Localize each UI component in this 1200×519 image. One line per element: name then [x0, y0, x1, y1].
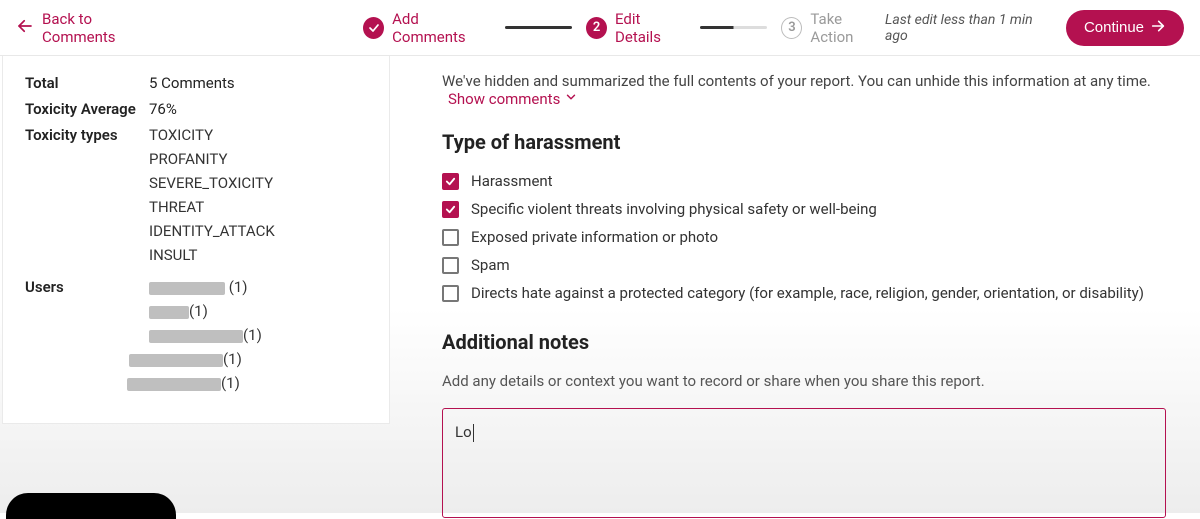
step-label: Add Comments — [392, 10, 491, 46]
step-label: Edit Details — [615, 10, 686, 46]
checkbox-icon[interactable] — [442, 229, 459, 246]
arrow-right-icon — [1150, 18, 1166, 38]
checkbox-label: Directs hate against a protected categor… — [471, 284, 1144, 302]
text-caret-icon — [473, 424, 474, 442]
arrow-left-icon — [16, 17, 34, 39]
checkbox-row[interactable]: Directs hate against a protected categor… — [442, 284, 1166, 302]
toxicity-type-item: IDENTITY_ATTACK — [149, 222, 367, 240]
toxicity-type-item: THREAT — [149, 198, 367, 216]
top-bar: Back to Comments Add Comments 2 Edit Det… — [0, 0, 1200, 56]
toxicity-type-item: INSULT — [149, 246, 367, 264]
hidden-note: We've hidden and summarized the full con… — [442, 72, 1166, 108]
checkbox-row[interactable]: Spam — [442, 256, 1166, 274]
notes-textarea[interactable]: Lo — [442, 408, 1166, 518]
last-edit-text: Last edit less than 1 min ago — [885, 12, 1052, 44]
toxicity-types-label: Toxicity types — [25, 126, 149, 270]
user-item: (1) — [127, 374, 367, 392]
step-label: Take Action — [810, 10, 885, 46]
step-connector — [505, 26, 572, 29]
checkbox-row[interactable]: Exposed private information or photo — [442, 228, 1166, 246]
user-item: (1) — [129, 350, 367, 368]
toxicity-average-label: Toxicity Average — [25, 100, 149, 118]
checkbox-row[interactable]: Harassment — [442, 172, 1166, 190]
user-item: (1) — [149, 326, 367, 344]
checkbox-label: Harassment — [471, 172, 553, 190]
user-item: (1) — [149, 278, 367, 296]
user-item: (1) — [149, 302, 367, 320]
toxicity-average-value: 76% — [149, 100, 177, 118]
chevron-down-icon — [564, 90, 578, 108]
content: Total 5 Comments Toxicity Average 76% To… — [0, 56, 1200, 513]
notes-value: Lo — [455, 423, 472, 441]
additional-notes-heading: Additional notes — [442, 330, 1166, 354]
summary-sidebar: Total 5 Comments Toxicity Average 76% To… — [2, 56, 390, 424]
notes-description: Add any details or context you want to r… — [442, 372, 1166, 390]
back-label: Back to Comments — [42, 10, 163, 46]
main-panel: We've hidden and summarized the full con… — [390, 56, 1200, 513]
step-add-comments[interactable]: Add Comments — [363, 10, 491, 46]
toxicity-type-item: TOXICITY — [149, 126, 367, 144]
step-connector — [700, 26, 767, 29]
step-number-icon: 3 — [781, 17, 802, 39]
checkbox-label: Exposed private information or photo — [471, 228, 718, 246]
checkbox-label: Spam — [471, 256, 510, 274]
step-number-icon: 2 — [586, 17, 607, 39]
toxicity-type-item: PROFANITY — [149, 150, 367, 168]
step-take-action[interactable]: 3 Take Action — [781, 10, 885, 46]
toxicity-type-item: SEVERE_TOXICITY — [149, 174, 367, 192]
checkbox-icon[interactable] — [442, 173, 459, 190]
back-to-comments-link[interactable]: Back to Comments — [16, 10, 163, 46]
harassment-checkbox-group: Harassment Specific violent threats invo… — [442, 172, 1166, 302]
check-circle-icon — [363, 17, 384, 39]
users-list: (1) (1) (1) (1) (1) — [149, 278, 367, 398]
checkbox-label: Specific violent threats involving physi… — [471, 200, 877, 218]
total-label: Total — [25, 74, 149, 92]
total-value: 5 Comments — [149, 74, 235, 92]
checkbox-icon[interactable] — [442, 285, 459, 302]
continue-button[interactable]: Continue — [1066, 10, 1184, 46]
step-edit-details[interactable]: 2 Edit Details — [586, 10, 686, 46]
stepper: Add Comments 2 Edit Details 3 Take Actio… — [363, 10, 885, 46]
show-comments-toggle[interactable]: Show comments — [448, 90, 578, 108]
checkbox-icon[interactable] — [442, 201, 459, 218]
bottom-overlay — [6, 493, 176, 519]
continue-label: Continue — [1084, 19, 1144, 36]
checkbox-row[interactable]: Specific violent threats involving physi… — [442, 200, 1166, 218]
toxicity-types-list: TOXICITY PROFANITY SEVERE_TOXICITY THREA… — [149, 126, 367, 270]
checkbox-icon[interactable] — [442, 257, 459, 274]
type-of-harassment-heading: Type of harassment — [442, 130, 1166, 154]
